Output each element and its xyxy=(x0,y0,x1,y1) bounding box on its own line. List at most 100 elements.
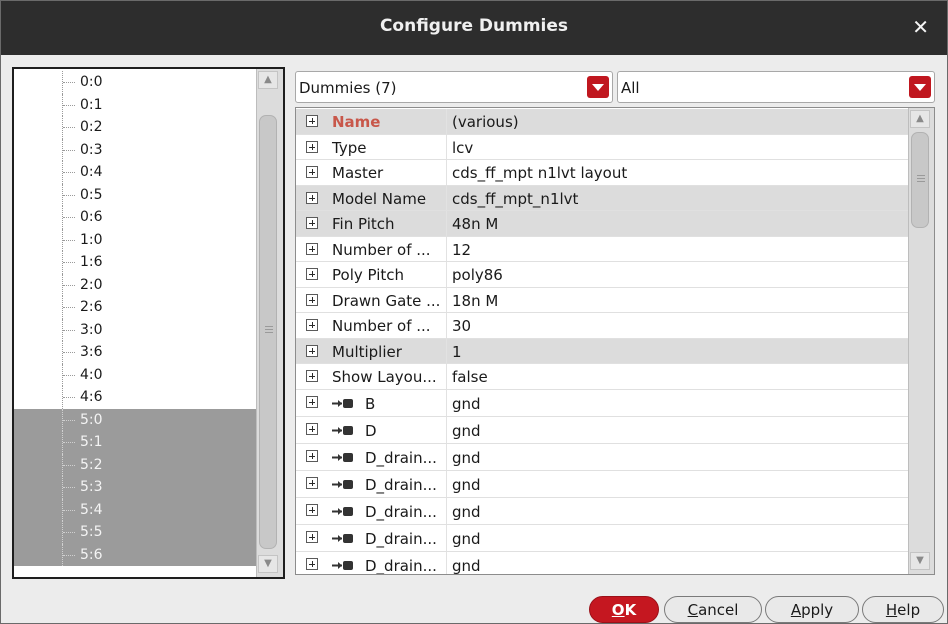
expand-plus-icon[interactable] xyxy=(306,293,318,306)
property-row[interactable]: D_drain... gnd xyxy=(296,497,908,525)
tree-item[interactable]: 5:1 xyxy=(14,431,256,454)
property-value[interactable]: gnd xyxy=(452,422,481,440)
tree-item[interactable]: 5:4 xyxy=(14,498,256,521)
expand-plus-icon[interactable] xyxy=(306,115,318,127)
expand-plus-icon[interactable] xyxy=(306,217,318,229)
tree-item-label: 0:6 xyxy=(80,209,103,225)
property-row[interactable]: Show Layou... false xyxy=(296,364,908,390)
expand-plus-icon[interactable] xyxy=(306,191,318,204)
tree-item[interactable]: 0:2 xyxy=(14,116,256,139)
property-value[interactable]: gnd xyxy=(452,476,481,494)
tree-item-label: 0:4 xyxy=(80,164,103,180)
tree-item[interactable]: 5:0 xyxy=(14,408,256,431)
expand-plus-icon[interactable] xyxy=(306,530,318,543)
property-row[interactable]: Name (various) xyxy=(296,109,908,135)
tree-item[interactable]: 5:6 xyxy=(14,543,256,566)
expand-plus-icon[interactable] xyxy=(306,140,318,153)
tree-item[interactable]: 1:6 xyxy=(14,251,256,274)
tree-item[interactable]: 5:2 xyxy=(14,453,256,476)
property-row[interactable]: D_drain... gnd xyxy=(296,470,908,498)
tree-item[interactable]: 0:3 xyxy=(14,138,256,161)
property-value[interactable]: gnd xyxy=(452,557,481,575)
expand-plus-icon[interactable] xyxy=(306,268,318,280)
tree-scroll-thumb[interactable] xyxy=(259,115,277,549)
tree-item[interactable]: 3:6 xyxy=(14,341,256,364)
property-row[interactable]: Dgnd xyxy=(296,416,908,444)
property-value[interactable]: cds_ff_mpt n1lvt layout xyxy=(452,164,627,182)
expand-plus-icon[interactable] xyxy=(306,476,318,489)
property-value[interactable]: 30 xyxy=(452,317,471,335)
expand-plus-icon[interactable] xyxy=(306,422,318,435)
property-row[interactable]: D_drain... gnd xyxy=(296,524,908,552)
property-row[interactable]: Multiplier 1 xyxy=(296,338,908,364)
scroll-up-icon[interactable]: ▲ xyxy=(258,71,278,89)
property-row[interactable]: Model Name cds_ff_mpt_n1lvt xyxy=(296,185,908,211)
property-value[interactable]: lcv xyxy=(452,139,473,157)
property-table: Name (various) Type lcv Master cds_ff_mpt n1l… xyxy=(295,107,935,575)
expand-plus-icon[interactable] xyxy=(306,503,318,516)
ok-button[interactable]: OK xyxy=(589,596,659,623)
tree-item[interactable]: 0:0 xyxy=(14,71,256,94)
property-value[interactable]: (various) xyxy=(452,113,519,131)
property-value[interactable]: 12 xyxy=(452,241,471,259)
scroll-down-icon[interactable]: ▼ xyxy=(910,552,930,570)
expand-plus-icon[interactable] xyxy=(306,557,318,570)
property-row[interactable]: Bgnd xyxy=(296,389,908,417)
expand-plus-icon[interactable] xyxy=(306,395,318,408)
expand-plus-icon[interactable] xyxy=(306,242,318,255)
scroll-down-icon[interactable]: ▼ xyxy=(258,555,278,573)
property-name: D_drain... xyxy=(365,502,437,521)
tree-item[interactable]: 2:0 xyxy=(14,273,256,296)
property-value[interactable]: gnd xyxy=(452,503,481,521)
tree-scrollbar[interactable]: ▲ ▼ xyxy=(256,69,283,577)
property-row[interactable]: Master cds_ff_mpt n1lvt layout xyxy=(296,160,908,186)
scroll-up-icon[interactable]: ▲ xyxy=(910,110,930,128)
property-value[interactable]: poly86 xyxy=(452,266,503,284)
expand-plus-icon[interactable] xyxy=(306,319,318,331)
chevron-down-icon[interactable] xyxy=(587,76,609,98)
property-row[interactable]: Type lcv xyxy=(296,134,908,160)
expand-plus-icon[interactable] xyxy=(306,449,318,462)
tree-item[interactable]: 0:1 xyxy=(14,93,256,116)
expand-plus-icon[interactable] xyxy=(306,370,318,382)
chevron-down-icon[interactable] xyxy=(909,76,931,98)
dummies-dropdown[interactable]: Dummies (7) xyxy=(295,71,613,103)
property-row[interactable]: Fin Pitch 48n M xyxy=(296,211,908,237)
property-value[interactable]: 1 xyxy=(452,343,462,361)
property-row[interactable]: Drawn Gate ... 18n M xyxy=(296,287,908,313)
tree-item[interactable]: 1:0 xyxy=(14,228,256,251)
tree-item[interactable]: 4:0 xyxy=(14,363,256,386)
property-value[interactable]: gnd xyxy=(452,530,481,548)
tree-item[interactable]: 0:5 xyxy=(14,183,256,206)
filter-dropdown[interactable]: All xyxy=(617,71,935,103)
expand-plus-icon[interactable] xyxy=(306,166,318,178)
property-row[interactable]: D_drain... gnd xyxy=(296,551,908,575)
tree-item[interactable]: 5:5 xyxy=(14,521,256,544)
tree-item[interactable]: 2:6 xyxy=(14,296,256,319)
column-divider xyxy=(446,338,447,363)
tree-item[interactable]: 4:6 xyxy=(14,386,256,409)
property-value[interactable]: 48n M xyxy=(452,215,498,233)
property-row[interactable]: Number of ... 12 xyxy=(296,236,908,262)
apply-button[interactable]: Apply xyxy=(765,596,859,623)
property-value[interactable]: false xyxy=(452,368,488,386)
tree-item[interactable]: 5:3 xyxy=(14,476,256,499)
property-value[interactable]: cds_ff_mpt_n1lvt xyxy=(452,190,578,208)
property-value[interactable]: gnd xyxy=(452,449,481,467)
property-row[interactable]: D_drain... gnd xyxy=(296,443,908,471)
help-button[interactable]: Help xyxy=(862,596,944,623)
property-value[interactable]: 18n M xyxy=(452,292,498,310)
property-row[interactable]: Poly Pitch poly86 xyxy=(296,262,908,288)
property-row[interactable]: Number of ... 30 xyxy=(296,313,908,339)
property-scrollbar[interactable]: ▲ ▼ xyxy=(908,108,934,574)
property-scroll-thumb[interactable] xyxy=(911,132,929,228)
cancel-button[interactable]: Cancel xyxy=(664,596,762,623)
property-value[interactable]: gnd xyxy=(452,395,481,413)
close-icon[interactable]: ✕ xyxy=(912,15,929,39)
expand-plus-icon[interactable] xyxy=(306,344,318,357)
tree-item[interactable]: 0:6 xyxy=(14,206,256,229)
title-bar[interactable]: Configure Dummies ✕ xyxy=(1,1,947,55)
tree-item-label: 0:5 xyxy=(80,186,103,203)
tree-item[interactable]: 3:0 xyxy=(14,318,256,341)
tree-item[interactable]: 0:4 xyxy=(14,161,256,184)
